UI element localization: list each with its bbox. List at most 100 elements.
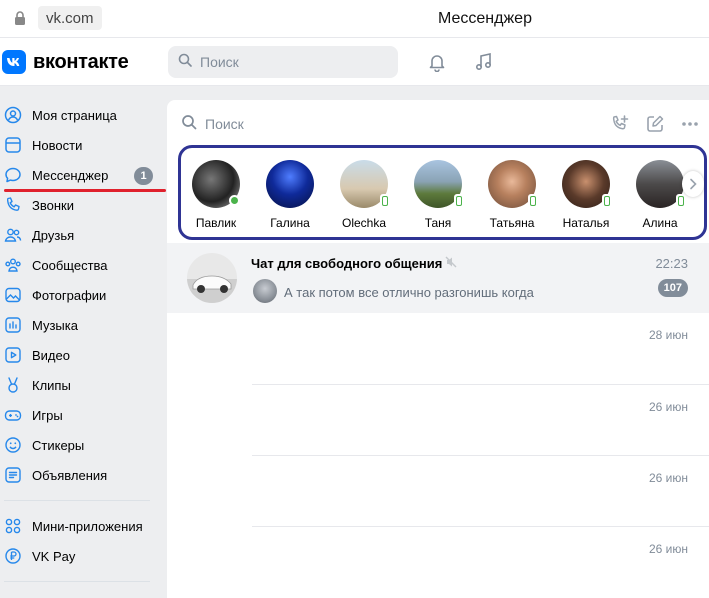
avatar xyxy=(192,160,240,208)
sidebar-divider xyxy=(4,581,150,582)
contacts-strip: Павлик Галина Olechka Таня Татьяна Натал… xyxy=(192,160,709,230)
chevron-right-icon[interactable] xyxy=(682,171,704,197)
contact-item[interactable]: Татьяна xyxy=(488,160,562,230)
logo-text: вконтакте xyxy=(33,50,129,73)
sidebar-item-label: Игры xyxy=(32,407,63,423)
avatar xyxy=(636,160,686,208)
chat-date: 26 июн xyxy=(648,471,688,485)
sidebar-item-label: VK Pay xyxy=(32,548,76,564)
chat-list-item[interactable]: 28 июн xyxy=(252,313,709,384)
contact-item[interactable]: Галина xyxy=(266,160,340,230)
sidebar-item-label: Клипы xyxy=(32,377,71,393)
sidebar-nav: Моя страница Новости Мессенджер 1 Звонки… xyxy=(0,100,160,592)
vk-pay-icon xyxy=(4,547,22,565)
sidebar-item-label: Фотографии xyxy=(32,287,107,303)
sidebar-item-games[interactable]: Игры xyxy=(0,400,160,430)
sidebar-item-friends[interactable]: Друзья xyxy=(0,220,160,250)
sidebar-item-label: Видео xyxy=(32,347,70,363)
header-search[interactable] xyxy=(168,46,398,78)
message-bubble-icon xyxy=(4,166,22,184)
sidebar-divider xyxy=(4,500,150,501)
mobile-online-indicator xyxy=(528,194,538,208)
lock-icon xyxy=(8,6,32,30)
sidebar-item-clips[interactable]: Клипы xyxy=(0,370,160,400)
add-call-icon[interactable] xyxy=(609,113,631,135)
sidebar-item-label: Музыка xyxy=(32,317,78,333)
messenger-red-underline xyxy=(4,189,166,192)
chat-date: 28 июн xyxy=(648,328,688,342)
sidebar-item-photos[interactable]: Фотографии xyxy=(0,280,160,310)
sidebar-item-video[interactable]: Видео xyxy=(0,340,160,370)
chat-title: Чат для свободного общения xyxy=(251,256,443,271)
contact-name: Татьяна xyxy=(489,216,535,230)
sidebar-item-label: Друзья xyxy=(32,227,75,243)
sidebar-item-label: Моя страница xyxy=(32,107,117,123)
contact-item[interactable]: Olechka xyxy=(340,160,414,230)
chat-date: 26 июн xyxy=(648,542,688,556)
contact-name: Таня xyxy=(424,216,452,230)
search-icon xyxy=(178,53,192,72)
sender-avatar xyxy=(253,279,277,303)
site-header: вконтакте xyxy=(0,38,709,86)
avatar xyxy=(488,160,538,208)
mobile-online-indicator xyxy=(380,194,390,208)
avatar xyxy=(340,160,390,208)
photo-icon xyxy=(4,286,22,304)
user-circle-icon xyxy=(4,106,22,124)
url-text[interactable]: vk.com xyxy=(38,6,102,30)
sidebar-item-label: Сообщества xyxy=(32,257,108,273)
contact-item[interactable]: Павлик xyxy=(192,160,266,230)
music-note-icon[interactable] xyxy=(472,50,496,74)
clips-icon xyxy=(4,376,22,394)
vk-logo[interactable]: вконтакте xyxy=(2,50,129,74)
contact-item[interactable]: Таня xyxy=(414,160,488,230)
vk-logo-icon xyxy=(2,50,26,74)
sidebar-item-music[interactable]: Музыка xyxy=(0,310,160,340)
chat-avatar xyxy=(187,253,237,303)
browser-bar: vk.com Мессенджер xyxy=(0,0,709,38)
sidebar-item-messenger[interactable]: Мессенджер 1 xyxy=(0,160,160,190)
contact-name: Павлик xyxy=(195,216,237,230)
sidebar-item-label: Звонки xyxy=(32,197,74,213)
bell-icon[interactable] xyxy=(425,50,449,74)
chat-last-message: А так потом все отлично разгонишь когда xyxy=(284,285,534,300)
chat-list-item[interactable]: 26 июн xyxy=(252,455,709,526)
sidebar-item-label: Объявления xyxy=(32,467,108,483)
contact-item[interactable]: Наталья xyxy=(562,160,636,230)
address-bar[interactable]: vk.com xyxy=(8,6,102,30)
muted-icon xyxy=(444,255,458,269)
page: vk.com Мессенджер вконтакте Моя страница xyxy=(0,0,709,598)
sidebar-item-my-page[interactable]: Моя страница xyxy=(0,100,160,130)
contact-name: Галина xyxy=(270,216,310,230)
sidebar-item-label: Стикеры xyxy=(32,437,85,453)
sidebar-item-calls[interactable]: Звонки xyxy=(0,190,160,220)
ads-icon xyxy=(4,466,22,484)
contact-name: Наталья xyxy=(562,216,610,230)
mobile-online-indicator xyxy=(454,194,464,208)
search-icon xyxy=(181,114,197,135)
chat-list-item[interactable]: Чат для свободного общения 22:23 А так п… xyxy=(167,243,709,313)
phone-icon xyxy=(4,196,22,214)
avatar xyxy=(414,160,464,208)
chat-date: 26 июн xyxy=(648,400,688,414)
music-bars-icon xyxy=(4,316,22,334)
mini-apps-icon xyxy=(4,517,22,535)
sidebar-item-mini-apps[interactable]: Мини-приложения xyxy=(0,511,160,541)
sidebar-item-ads[interactable]: Объявления xyxy=(0,460,160,490)
header-search-input[interactable] xyxy=(200,54,380,70)
friends-icon xyxy=(4,226,22,244)
messenger-search-input[interactable] xyxy=(205,116,505,132)
sidebar-item-stickers[interactable]: Стикеры xyxy=(0,430,160,460)
avatar xyxy=(266,160,314,208)
sidebar-item-communities[interactable]: Сообщества xyxy=(0,250,160,280)
online-indicator xyxy=(229,195,240,206)
communities-icon xyxy=(4,256,22,274)
chat-list-item[interactable]: 26 июн xyxy=(252,384,709,455)
more-options-icon[interactable] xyxy=(679,113,701,135)
video-icon xyxy=(4,346,22,364)
sidebar-item-vk-pay[interactable]: VK Pay xyxy=(0,541,160,571)
sidebar-item-label: Мини-приложения xyxy=(32,518,143,534)
chat-list-item[interactable]: 26 июн xyxy=(252,526,709,597)
compose-icon[interactable] xyxy=(644,113,666,135)
sidebar-item-news[interactable]: Новости xyxy=(0,130,160,160)
